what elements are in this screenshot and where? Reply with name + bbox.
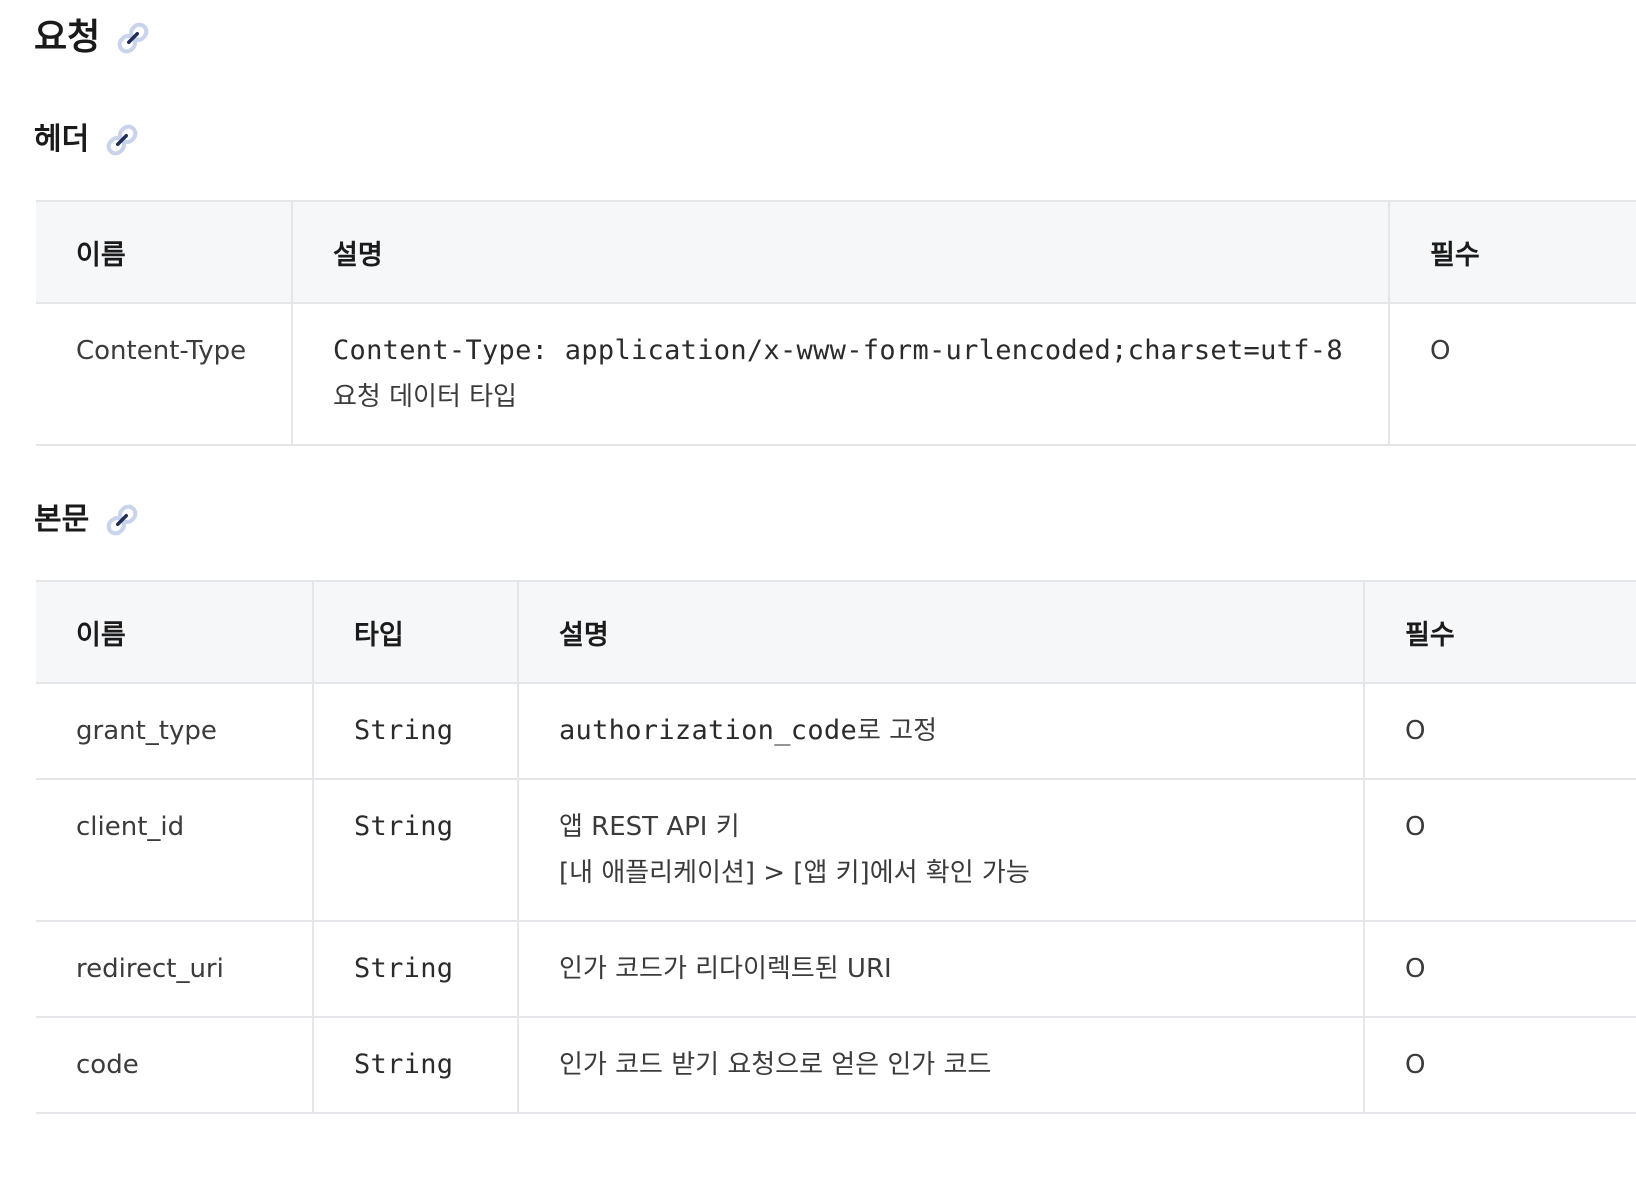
column-header-required: 필수	[1363, 580, 1636, 684]
param-required: O	[1363, 683, 1636, 780]
description-text: 요청 데이터 타입	[333, 382, 517, 412]
description-text: [내 애플리케이션] > [앱 키]에서 확인 가능	[559, 858, 1030, 888]
column-header-type: 타입	[312, 580, 518, 684]
param-description: 앱 REST API 키 [내 애플리케이션] > [앱 키]에서 확인 가능	[517, 779, 1364, 922]
param-name: client_id	[36, 779, 313, 922]
column-header-required: 필수	[1388, 200, 1636, 304]
param-type: String	[312, 1017, 518, 1114]
param-required: O	[1363, 1017, 1636, 1114]
param-name: Content-Type	[36, 303, 292, 446]
table-row: code String 인가 코드 받기 요청으로 얻은 인가 코드 O	[36, 1017, 1636, 1114]
link-icon[interactable]	[103, 121, 141, 159]
table-row: Content-Type Content-Type: application/x…	[36, 303, 1636, 446]
column-header-description: 설명	[517, 580, 1364, 684]
param-description: 인가 코드 받기 요청으로 얻은 인가 코드	[517, 1017, 1364, 1114]
param-name: code	[36, 1017, 313, 1114]
table-row: grant_type String authorization_code로 고정…	[36, 683, 1636, 780]
param-name: redirect_uri	[36, 921, 313, 1018]
body-parameters-table: 이름 타입 설명 필수 grant_type String authorizat…	[36, 580, 1636, 1114]
table-row: client_id String 앱 REST API 키 [내 애플리케이션]…	[36, 779, 1636, 922]
link-icon[interactable]	[103, 501, 141, 539]
description-text: 인가 코드가 리다이렉트된 URI	[559, 954, 892, 984]
param-required: O	[1363, 779, 1636, 922]
column-header-description: 설명	[291, 200, 1389, 304]
description-text: 앱 REST API 키	[559, 812, 740, 842]
param-required: O	[1388, 303, 1636, 446]
code-text: Content-Type: application/x-www-form-url…	[333, 335, 1343, 366]
header-parameters-table: 이름 설명 필수 Content-Type Content-Type: appl…	[36, 200, 1636, 446]
param-description: Content-Type: application/x-www-form-url…	[291, 303, 1389, 446]
description-text: 인가 코드 받기 요청으로 얻은 인가 코드	[559, 1050, 992, 1080]
section-title-header: 헤더	[34, 120, 141, 160]
param-type: String	[312, 921, 518, 1018]
column-header-name: 이름	[36, 580, 313, 684]
table-row: redirect_uri String 인가 코드가 리다이렉트된 URI O	[36, 921, 1636, 1018]
param-type: String	[312, 779, 518, 922]
param-type: String	[312, 683, 518, 780]
column-header-name: 이름	[36, 200, 292, 304]
code-text: authorization_code	[559, 715, 857, 746]
table-header-row: 이름 설명 필수	[36, 200, 1636, 304]
param-required: O	[1363, 921, 1636, 1018]
link-icon[interactable]	[114, 19, 152, 57]
section-title-request: 요청	[34, 14, 152, 62]
param-name: grant_type	[36, 683, 313, 780]
section-title-body: 본문	[34, 500, 141, 540]
table-header-row: 이름 타입 설명 필수	[36, 580, 1636, 684]
param-description: authorization_code로 고정	[517, 683, 1364, 780]
param-description: 인가 코드가 리다이렉트된 URI	[517, 921, 1364, 1018]
